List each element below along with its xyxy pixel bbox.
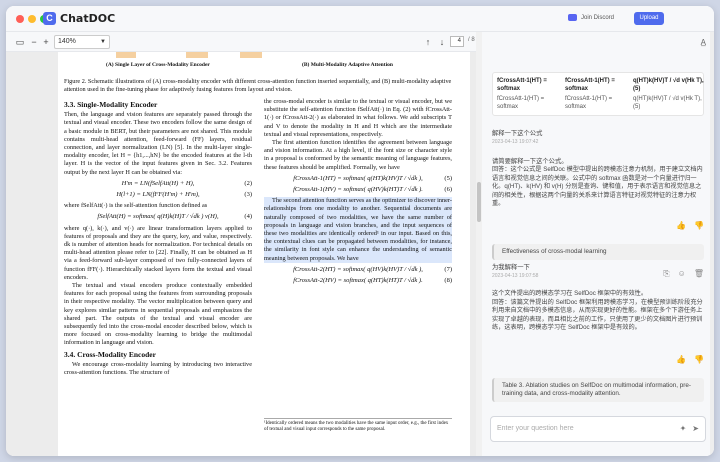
equation: fCrossAtt-2(HT) = softmax( q(HV)k(HV)T /… (293, 265, 452, 273)
figure-subcaption-b: (B) Multi-Modality Adaptive Attention (302, 62, 393, 68)
join-discord-link[interactable]: Join Discord (568, 14, 614, 21)
thumbs-down-icon[interactable]: 👎 (694, 222, 704, 230)
table-cell: fCrossAtt-1(HT) = softmax (497, 96, 545, 110)
paragraph: the cross-modal encoder is similar to th… (264, 98, 452, 138)
equation: fCrossAtt-2(HV) = softmax( q(HT)k(HT)T /… (293, 277, 452, 285)
equation: H(l+1) = LN(fFF(H'm) + H'm), (3) (116, 191, 252, 199)
user-message-text: 解释一下这个公式 (492, 130, 543, 137)
quoted-user-message: Effectiveness of cross-modal learning 为我… (492, 244, 704, 280)
translate-icon[interactable]: A̲ (701, 38, 706, 47)
table-header: fCrossAtt-1(HT) = softmax (565, 78, 615, 92)
table-cell: q(HT)k(HV)T / √d v(Hk T), (5) (633, 96, 702, 110)
section-heading: 3.4. Cross-Modality Encoder (64, 349, 156, 359)
send-icon[interactable]: ➤ (692, 424, 699, 433)
message-actions: 👍 👎 (676, 222, 704, 230)
close-window-button[interactable] (16, 15, 24, 23)
sidebar-toggle-icon[interactable]: ▭ (14, 36, 26, 48)
zoom-select[interactable]: 140% ▼ (54, 35, 110, 49)
paragraph: where fSelfAtt(·) is the self-attention … (64, 202, 208, 210)
discord-label: Join Discord (581, 14, 615, 21)
app-logo-icon: C (43, 12, 56, 25)
page-down-icon[interactable]: ↓ (436, 36, 448, 48)
pdf-toolbar: ▭ − + 140% ▼ ↑ ↓ 4 / 8 (6, 32, 476, 52)
assistant-answer: 回答：这个公式是 SelfDoc 模型中提出的跨模态注意力机制，用于建立文档内语… (492, 166, 703, 207)
section-heading: 3.3. Single-Modality Encoder (64, 100, 158, 109)
quoted-reference: Table 3. Ablation studies on SelfDoc on … (492, 378, 704, 402)
thumbs-down-icon[interactable]: 👎 (694, 356, 704, 364)
figure-fragment (116, 52, 136, 58)
zoom-out-icon[interactable]: − (28, 36, 40, 48)
equation: fCrossAtt-1(HT) = softmax( q(HT)k(HV)T /… (293, 174, 452, 182)
extracted-table[interactable]: fCrossAtt-1(HT) = softmax fCrossAtt-1(HT… (492, 72, 704, 116)
sparkle-icon[interactable]: ✦ (680, 424, 687, 433)
page-number-input[interactable]: 4 (450, 36, 464, 47)
delete-icon[interactable]: 🗑 (694, 270, 704, 278)
equation: fCrossAtt-1(HV) = softmax( q(HV)k(HT)T /… (293, 186, 452, 194)
paragraph: We encourage cross-modality learning by … (64, 360, 252, 377)
chat-scrollbar[interactable] (710, 32, 714, 456)
figure-subcaption-a: (A) Single Layer of Cross-Modality Encod… (106, 62, 210, 68)
thumbs-up-icon[interactable]: 👍 (676, 356, 686, 364)
figure-caption: Figure 2. Schematic illustrations of (A)… (64, 78, 452, 93)
table-header: q(HT)k(HV)T / √d v(Hk T), (5) (633, 78, 704, 92)
equation: fSelfAtt(H) = softmax( q(H)k(H)T / √dk )… (97, 213, 252, 221)
table-cell: fCrossAtt-1(HT) = softmax (565, 96, 613, 110)
user-message: 解释一下这个公式 2023-04-13 19:07:42 (492, 130, 704, 146)
left-column: 3.3. Single-Modality Encoder Then, the l… (64, 98, 252, 377)
thumbs-up-icon[interactable]: 👍 (676, 222, 686, 230)
pdf-viewer[interactable]: (A) Single Layer of Cross-Modality Encod… (6, 52, 476, 456)
scrollbar-thumb[interactable] (477, 182, 481, 222)
app-title: ChatDOC (60, 12, 116, 25)
right-column: the cross-modal encoder is similar to th… (264, 98, 452, 288)
upload-button[interactable]: Upload (634, 12, 664, 25)
paragraph: Then, the language and vision features a… (64, 111, 252, 176)
assistant-message: 这个文件提出的跨模态学习在 SelfDoc 框架中的有效性。 回答：该篇文件提出… (492, 290, 704, 364)
copy-icon[interactable]: ⎘ (663, 270, 669, 278)
message-actions: 👍 👎 (676, 356, 704, 364)
app-window: C ChatDOC Join Discord Upload ▭ − + 140%… (6, 6, 714, 456)
figure-fragment (186, 52, 208, 58)
zoom-value: 140% (58, 38, 76, 45)
paragraph: The first attention function identifies … (264, 139, 452, 171)
message-actions: ⎘ ☺ 🗑 (663, 270, 704, 278)
assistant-answer: 这个文件提出的跨模态学习在 SelfDoc 框架中的有效性。 回答：该篇文件提出… (492, 290, 703, 331)
title-bar: C ChatDOC Join Discord Upload (6, 6, 714, 32)
equation: H'm = LN(fSelfAtt(H) + H), (2) (121, 179, 252, 187)
chevron-down-icon: ▼ (100, 39, 106, 45)
discord-icon (568, 14, 577, 21)
highlighted-paragraph[interactable]: The second attention function serves as … (264, 197, 452, 263)
minimize-window-button[interactable] (28, 15, 36, 23)
footnote: ¹Identically ordered means the two modal… (264, 418, 452, 433)
paragraph: where q(·), k(·), and v(·) are linear tr… (64, 224, 252, 281)
user-icon[interactable]: ☺ (678, 270, 686, 278)
page-up-icon[interactable]: ↑ (422, 36, 434, 48)
message-timestamp: 2023-04-13 19:07:42 (492, 139, 539, 145)
quote-block[interactable]: Effectiveness of cross-modal learning (492, 244, 704, 260)
pdf-page: (A) Single Layer of Cross-Modality Encod… (58, 52, 470, 456)
input-placeholder: Enter your question here (497, 425, 574, 432)
quote-block[interactable]: Table 3. Ablation studies on SelfDoc on … (492, 378, 704, 402)
figure-fragment (240, 52, 262, 58)
zoom-in-icon[interactable]: + (40, 36, 52, 48)
question-input[interactable]: Enter your question here ✦ ➤ (490, 416, 706, 442)
chat-panel: A̲ fCrossAtt-1(HT) = softmax fCrossAtt-1… (482, 32, 714, 456)
table-header: fCrossAtt-1(HT) = softmax (497, 78, 547, 92)
assistant-intro: 请简要解释一下这个公式。 (492, 158, 568, 165)
page-total: / 8 (468, 37, 475, 43)
paragraph: The textual and visual encoders produce … (64, 282, 252, 347)
assistant-message: 请简要解释一下这个公式。 回答：这个公式是 SelfDoc 模型中提出的跨模态注… (492, 158, 704, 230)
